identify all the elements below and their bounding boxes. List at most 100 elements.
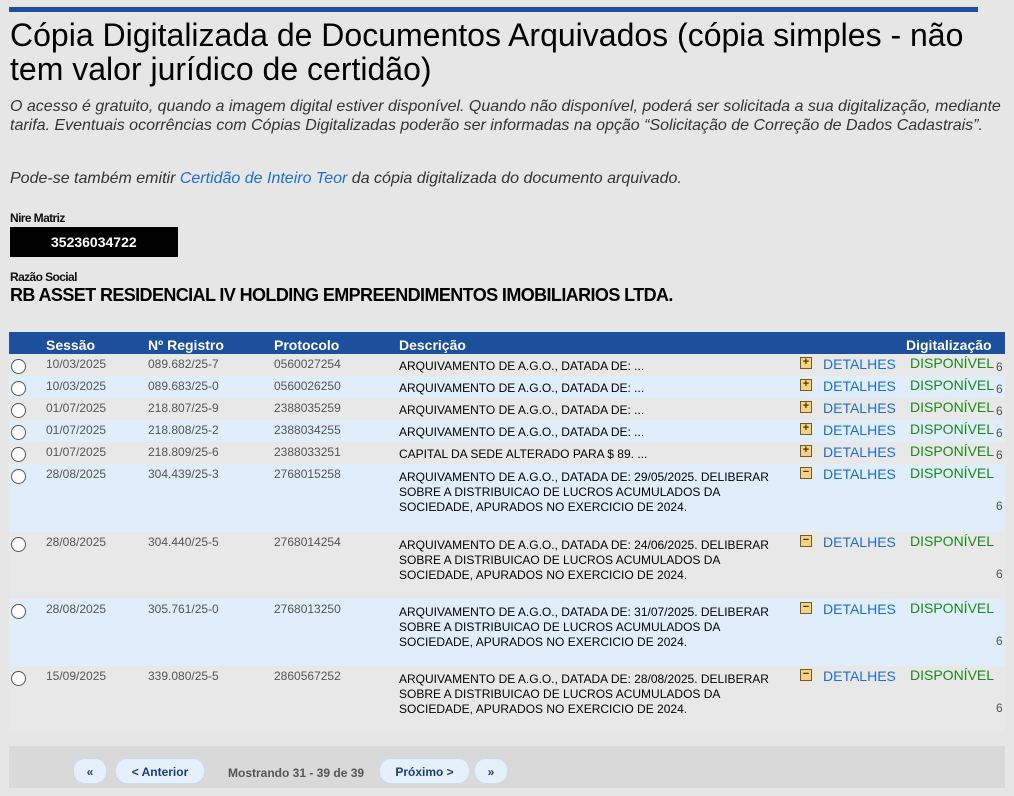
table-row: 15/09/2025 339.080/25-5 2860567252 ARQUIVAM… xyxy=(9,666,1005,733)
expand-icon[interactable]: + xyxy=(800,379,812,391)
collapse-icon[interactable]: − xyxy=(800,467,812,479)
details-link[interactable]: DETALHES xyxy=(823,466,896,482)
pagination: « < Anterior Mostrando 31 - 39 de 39 Pró… xyxy=(9,746,1005,788)
table-row: 28/08/2025 304.439/25-3 2768015258 ARQUIVAM… xyxy=(9,464,1005,532)
cell-protocolo: 2388035259 xyxy=(274,401,341,415)
status-available[interactable]: DISPONÍVEL xyxy=(910,443,994,459)
table-row: 01/07/2025 218.809/25-6 2388033251 CAPITAL … xyxy=(9,442,1005,464)
status-available[interactable]: DISPONÍVEL xyxy=(910,399,994,415)
cell-sessao: 10/03/2025 xyxy=(46,379,107,393)
table-row: 01/07/2025 218.807/25-9 2388035259 ARQUIVAM… xyxy=(9,398,1005,420)
status-available[interactable]: DISPONÍVEL xyxy=(910,667,994,683)
cell-registro: 305.761/25-0 xyxy=(148,602,219,616)
nire-value: 35236034722 xyxy=(10,227,178,257)
cell-protocolo: 0560027254 xyxy=(274,357,341,371)
expand-icon[interactable]: + xyxy=(800,423,812,435)
row-select-radio[interactable] xyxy=(11,671,26,686)
table-header: Sessão Nº Registro Protocolo Descrição D… xyxy=(9,332,1005,354)
cell-sessao: 10/03/2025 xyxy=(46,357,107,371)
razao-label: Razão Social xyxy=(10,270,77,284)
certidao-text: Pode-se também emitir Certidão de Inteir… xyxy=(10,169,1010,188)
top-accent-bar xyxy=(9,7,978,12)
row-select-radio[interactable] xyxy=(11,381,26,396)
cell-protocolo: 2768014254 xyxy=(274,535,341,549)
nire-label: Nire Matriz xyxy=(10,211,65,225)
certidao-text-after: da cópia digitalizada do documento arqui… xyxy=(347,170,682,187)
details-link[interactable]: DETALHES xyxy=(823,400,896,416)
collapse-icon[interactable]: − xyxy=(800,669,812,681)
status-available[interactable]: DISPONÍVEL xyxy=(910,533,994,549)
cell-sessao: 28/08/2025 xyxy=(46,602,107,616)
cell-extra: 6 xyxy=(996,382,1003,396)
row-select-radio[interactable] xyxy=(11,359,26,374)
expand-icon[interactable]: + xyxy=(800,357,812,369)
details-link[interactable]: DETALHES xyxy=(823,668,896,684)
cell-descricao: ARQUIVAMENTO DE A.G.O., DATADA DE: ... xyxy=(399,381,645,395)
status-available[interactable]: DISPONÍVEL xyxy=(910,355,994,371)
page-title: Cópia Digitalizada de Documentos Arquiva… xyxy=(10,17,964,87)
cell-descricao: CAPITAL DA SEDE ALTERADO PARA $ 89. ... xyxy=(399,447,648,461)
pager-info: Mostrando 31 - 39 de 39 xyxy=(228,766,365,780)
row-select-radio[interactable] xyxy=(11,447,26,462)
details-link[interactable]: DETALHES xyxy=(823,422,896,438)
cell-extra: 6 xyxy=(996,448,1003,462)
cell-sessao: 01/07/2025 xyxy=(46,445,107,459)
table-row: 10/03/2025 089.682/25-7 0560027254 ARQUIVAM… xyxy=(9,354,1005,376)
details-link[interactable]: DETALHES xyxy=(823,601,896,617)
expand-icon[interactable]: + xyxy=(800,401,812,413)
certidao-link[interactable]: Certidão de Inteiro Teor xyxy=(180,170,348,187)
table-row: 01/07/2025 218.808/25-2 2388034255 ARQUIVAM… xyxy=(9,420,1005,442)
cell-extra: 6 xyxy=(996,634,1003,648)
pager-next-button[interactable]: Próximo > xyxy=(379,758,470,784)
cell-registro: 218.808/25-2 xyxy=(148,423,219,437)
pager-first-button[interactable]: « xyxy=(73,758,107,784)
col-header-sessao: Sessão xyxy=(46,337,96,353)
cell-descricao: ARQUIVAMENTO DE A.G.O., DATADA DE: ... xyxy=(399,425,645,439)
cell-descricao: ARQUIVAMENTO DE A.G.O., DATADA DE: 29/05… xyxy=(399,470,769,514)
col-header-descricao: Descrição xyxy=(399,337,466,353)
status-available[interactable]: DISPONÍVEL xyxy=(910,421,994,437)
cell-descricao: ARQUIVAMENTO DE A.G.O., DATADA DE: 28/08… xyxy=(399,672,769,716)
table-body: 10/03/2025 089.682/25-7 0560027254 ARQUIVAM… xyxy=(9,354,1005,733)
row-select-radio[interactable] xyxy=(11,403,26,418)
cell-extra: 6 xyxy=(996,499,1003,513)
cell-registro: 304.440/25-5 xyxy=(148,535,219,549)
cell-registro: 089.683/25-0 xyxy=(148,379,219,393)
razao-value: RB ASSET RESIDENCIAL IV HOLDING EMPREEND… xyxy=(10,285,673,305)
cell-protocolo: 2388033251 xyxy=(274,445,341,459)
cell-descricao: ARQUIVAMENTO DE A.G.O., DATADA DE: ... xyxy=(399,359,645,373)
row-select-radio[interactable] xyxy=(11,604,26,619)
cell-extra: 6 xyxy=(996,567,1003,581)
status-available[interactable]: DISPONÍVEL xyxy=(910,465,994,481)
status-available[interactable]: DISPONÍVEL xyxy=(910,600,994,616)
row-select-radio[interactable] xyxy=(11,425,26,440)
certidao-text-before: Pode-se também emitir xyxy=(10,170,180,187)
collapse-icon[interactable]: − xyxy=(800,535,812,547)
cell-registro: 089.682/25-7 xyxy=(148,357,219,371)
cell-protocolo: 0560026250 xyxy=(274,379,341,393)
cell-sessao: 01/07/2025 xyxy=(46,423,107,437)
intro-text: O acesso é gratuito, quando a imagem dig… xyxy=(10,98,1001,134)
details-link[interactable]: DETALHES xyxy=(823,444,896,460)
expand-icon[interactable]: + xyxy=(800,445,812,457)
details-link[interactable]: DETALHES xyxy=(823,534,896,550)
cell-registro: 218.807/25-9 xyxy=(148,401,219,415)
cell-sessao: 15/09/2025 xyxy=(46,669,107,683)
row-select-radio[interactable] xyxy=(11,537,26,552)
row-select-radio[interactable] xyxy=(11,469,26,484)
pager-last-button[interactable]: » xyxy=(474,758,508,784)
cell-sessao: 28/08/2025 xyxy=(46,467,107,481)
cell-sessao: 28/08/2025 xyxy=(46,535,107,549)
status-available[interactable]: DISPONÍVEL xyxy=(910,377,994,393)
cell-descricao: ARQUIVAMENTO DE A.G.O., DATADA DE: 24/06… xyxy=(399,538,769,582)
details-link[interactable]: DETALHES xyxy=(823,356,896,372)
col-header-registro: Nº Registro xyxy=(148,337,224,353)
pager-prev-button[interactable]: < Anterior xyxy=(115,758,205,784)
collapse-icon[interactable]: − xyxy=(800,602,812,614)
cell-extra: 6 xyxy=(996,701,1003,715)
cell-descricao: ARQUIVAMENTO DE A.G.O., DATADA DE: 31/07… xyxy=(399,605,769,649)
cell-extra: 6 xyxy=(996,360,1003,374)
cell-sessao: 01/07/2025 xyxy=(46,401,107,415)
cell-registro: 218.809/25-6 xyxy=(148,445,219,459)
details-link[interactable]: DETALHES xyxy=(823,378,896,394)
